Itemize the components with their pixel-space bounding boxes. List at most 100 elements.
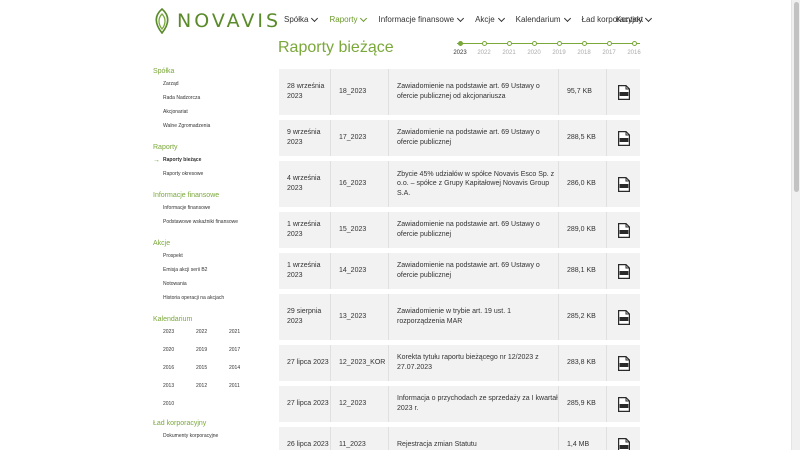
timeline-year-2016[interactable]: 2016 [622,41,646,56]
nav-label: Kalendarium [515,15,561,24]
timeline-year-label: 2023 [453,50,467,56]
pdf-file-icon[interactable] [617,396,630,412]
sidebar-item-prospekt[interactable]: Prospekt [153,253,263,267]
sidebar-section-informacje-finansowe[interactable]: Informacje finansowe [153,192,263,199]
report-download[interactable] [606,69,640,115]
report-title: Zawiadomienie na podstawie art. 69 Ustaw… [388,120,558,156]
timeline-year-2022[interactable]: 2022 [472,41,496,56]
sidebar-item-akcjonariat[interactable]: Akcjonariat [153,109,263,123]
sidebar-item-emisja-akcji[interactable]: Emisja akcji serii B2 [153,267,263,281]
timeline-dot [531,41,537,46]
reports-table: 28 września 2023 18_2023 Zawiadomienie n… [279,69,640,450]
report-title: Zbycie 45% udziałów w spółce Novavis Esc… [388,161,558,207]
year-link-2022[interactable]: 2022 [196,329,229,336]
timeline-year-2021[interactable]: 2021 [497,41,521,56]
pdf-file-icon[interactable] [617,222,630,238]
timeline-year-2020[interactable]: 2020 [522,41,546,56]
sidebar-section-raporty[interactable]: Raporty [153,144,263,151]
report-file-size: 286,0 KB [558,161,606,207]
year-link-2010[interactable]: 2010 [163,401,196,408]
timeline-year-2017[interactable]: 2017 [597,41,621,56]
sidebar-item-wskazniki-finansowe[interactable]: Podstawowe wskaźniki finansowe [153,219,263,233]
sidebar-item-rada-nadzorcza[interactable]: Rada Nadzorcza [153,95,263,109]
year-link-2013[interactable]: 2013 [163,383,196,390]
report-download[interactable] [606,161,640,207]
sidebar-group-lad: Ład korporacyjny Dokumenty korporacyjne [153,420,263,447]
year-link-2014[interactable]: 2014 [229,365,262,372]
sidebar-item-notowania[interactable]: Notowania [153,281,263,295]
page-title: Raporty bieżące [278,39,394,56]
nav-item-raporty[interactable]: Raporty [329,14,368,24]
year-timeline: 2023 2022 2021 2020 2019 2018 2017 2016 [452,41,641,59]
report-download[interactable] [606,212,640,248]
chevron-down-icon [457,14,465,22]
year-link-2015[interactable]: 2015 [196,365,229,372]
timeline-dot [506,41,512,46]
year-link-2021[interactable]: 2021 [229,329,262,336]
pdf-file-icon[interactable] [617,263,630,279]
timeline-year-label: 2020 [527,50,541,56]
sidebar-group-spolka: Spółka Zarząd Rada Nadzorcza Akcjonariat… [153,68,263,137]
nav-label: Informacje finansowe [378,15,455,24]
nav-item-kalendarium[interactable]: Kalendarium [515,14,571,24]
year-link-2017[interactable]: 2017 [229,347,262,354]
pdf-file-icon[interactable] [617,130,630,146]
pdf-file-icon[interactable] [617,437,630,450]
year-link-2019[interactable]: 2019 [196,347,229,354]
nav-item-spolka[interactable]: Spółka [284,14,319,24]
report-file-size: 285,2 KB [558,294,606,340]
report-title: Informacja o przychodach ze sprzedaży za… [388,386,558,422]
timeline-year-2019[interactable]: 2019 [547,41,571,56]
table-row: 9 września 2023 17_2023 Zawiadomienie na… [279,120,640,156]
report-download[interactable] [606,427,640,450]
timeline-year-2023[interactable]: 2023 [448,41,472,56]
sidebar-section-spolka[interactable]: Spółka [153,68,263,75]
timeline-dot [457,41,463,46]
report-date: 1 września 2023 [287,262,321,279]
report-file-size: 288,1 KB [558,253,606,289]
report-number: 12_2023_KOR [330,345,388,381]
sidebar-item-historia-operacji[interactable]: Historia operacji na akcjach [153,295,263,309]
year-link-2023[interactable]: 2023 [163,329,196,336]
table-row: 4 września 2023 16_2023 Zbycie 45% udzia… [279,161,640,207]
report-download[interactable] [606,120,640,156]
year-link-2012[interactable]: 2012 [196,383,229,390]
sidebar-item-raporty-okresowe[interactable]: Raporty okresowe [153,171,263,185]
sidebar-section-lad-korporacyjny[interactable]: Ład korporacyjny [153,420,263,427]
nav-label: Spółka [284,15,309,24]
year-link-2011[interactable]: 2011 [229,383,262,390]
sidebar-group-akcje: Akcje Prospekt Emisja akcji serii B2 Not… [153,240,263,309]
nav-item-informacje-finansowe[interactable]: Informacje finansowe [378,14,465,24]
sidebar-section-akcje[interactable]: Akcje [153,240,263,247]
chevron-down-icon [497,14,505,22]
year-link-2020[interactable]: 2020 [163,347,196,354]
pdf-file-icon[interactable] [617,176,630,192]
nav-item-kontakt[interactable]: Kontakt [616,15,643,24]
pdf-file-icon[interactable] [617,84,630,100]
sidebar-item-walne-zgromadzenia[interactable]: Walne Zgromadzenia [153,123,263,137]
report-download[interactable] [606,345,640,381]
pdf-file-icon[interactable] [617,309,630,325]
report-number: 16_2023 [330,161,388,207]
sidebar-item-label: Raporty bieżące [163,157,202,163]
sidebar-section-kalendarium[interactable]: Kalendarium [153,316,263,323]
page-scrollbar[interactable] [791,0,800,450]
report-download[interactable] [606,253,640,289]
sidebar-item-informacje-finansowe[interactable]: Informacje finansowe [153,205,263,219]
nav-item-akcje[interactable]: Akcje [475,14,505,24]
table-row: 27 lipca 2023 12_2023_KOR Korekta tytułu… [279,345,640,381]
sidebar-item-dokumenty-korporacyjne[interactable]: Dokumenty korporacyjne [153,433,263,447]
timeline-year-2018[interactable]: 2018 [572,41,596,56]
report-download[interactable] [606,386,640,422]
pdf-file-icon[interactable] [617,355,630,371]
report-title: Zawiadomienie w trybie art. 19 ust. 1 ro… [388,294,558,340]
timeline-dot [481,41,487,46]
report-download[interactable] [606,294,640,340]
year-link-2016[interactable]: 2016 [163,365,196,372]
timeline-year-label: 2021 [502,50,516,56]
sidebar-item-zarzad[interactable]: Zarząd [153,81,263,95]
scrollbar-thumb[interactable] [794,2,799,192]
sidebar-item-raporty-biezace[interactable]: → Raporty bieżące [153,157,263,171]
table-row: 28 września 2023 18_2023 Zawiadomienie n… [279,69,640,115]
novavis-logo[interactable]: NOVAVIS [153,8,281,34]
